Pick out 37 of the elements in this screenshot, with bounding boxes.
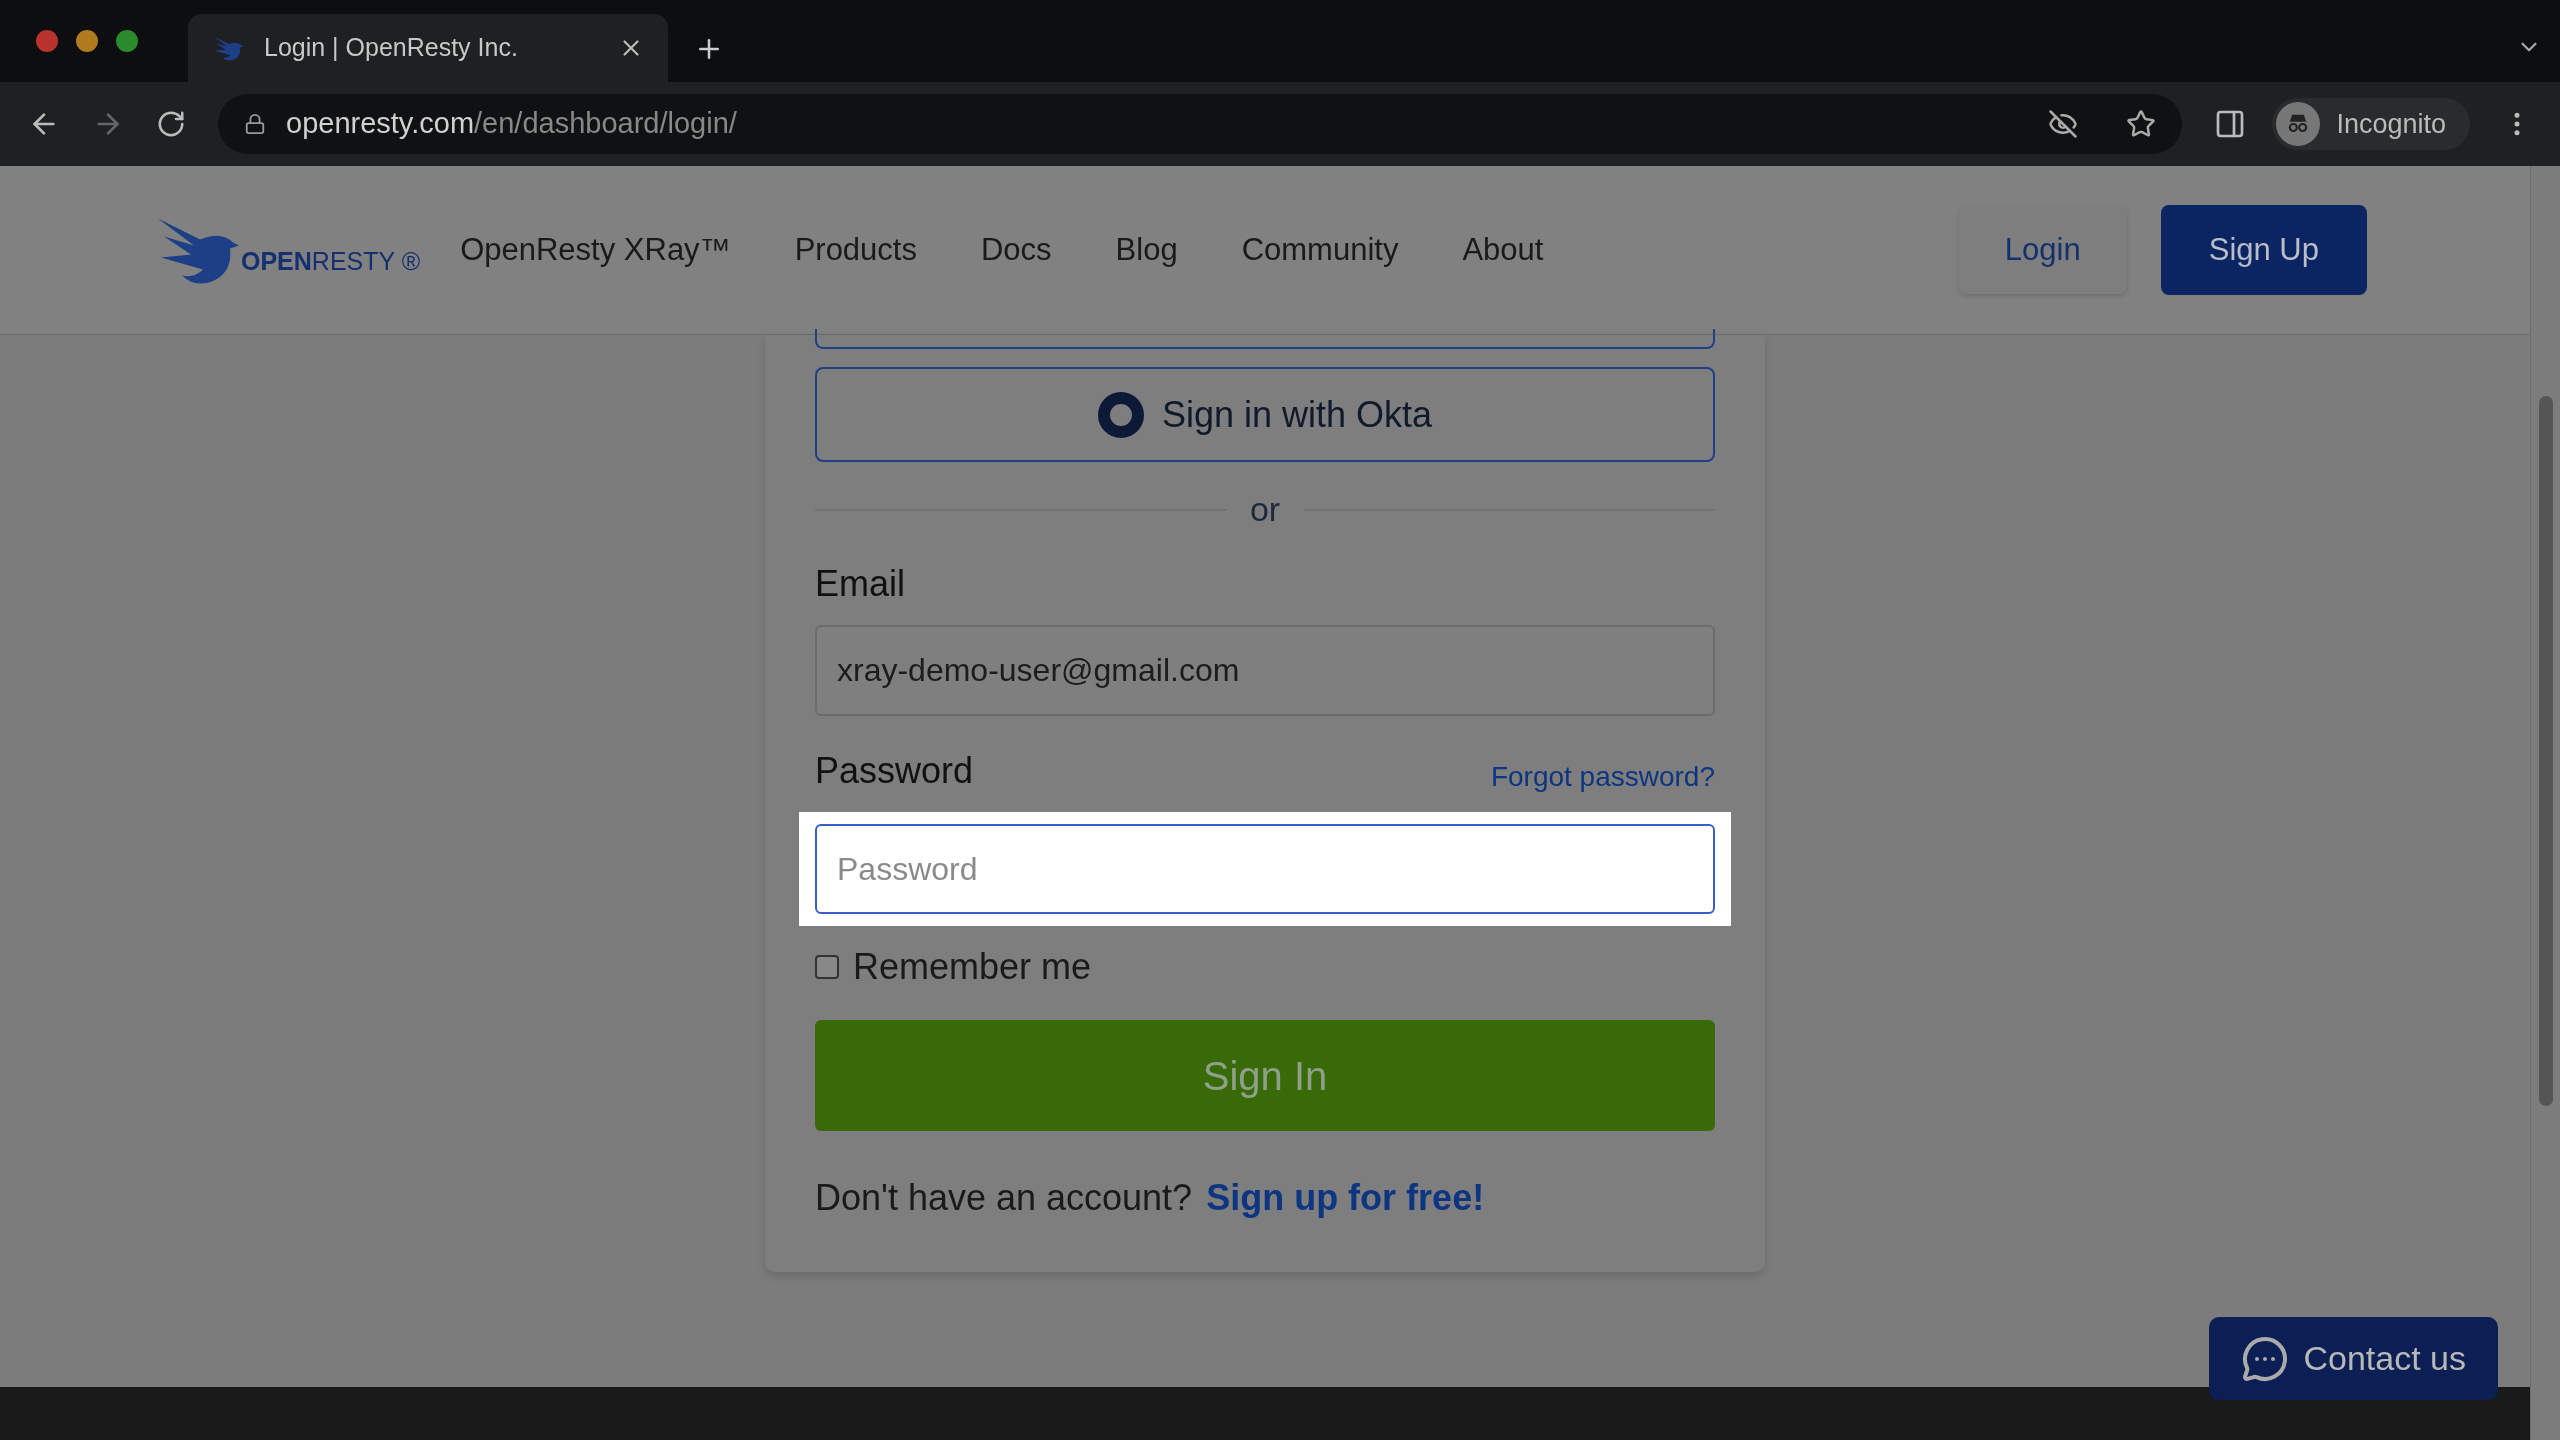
site-logo[interactable]: OPENRESTY ® <box>155 210 421 290</box>
forgot-password-link[interactable]: Forgot password? <box>1490 756 1715 798</box>
sign-up-link[interactable]: Sign up for free! <box>1206 1171 1485 1225</box>
reload-icon[interactable] <box>156 109 186 139</box>
nav-link[interactable]: OpenResty XRay™ <box>460 226 731 274</box>
url-text: openresty.com/en/dashboard/login/ <box>286 106 737 142</box>
address-bar[interactable]: openresty.com/en/dashboard/login/ <box>218 94 2183 154</box>
nav-link[interactable]: Community <box>1241 226 1399 274</box>
profile-chip[interactable]: Incognito <box>2272 98 2470 150</box>
email-field[interactable]: xray-demo-user@gmail.com <box>815 625 1715 716</box>
password-label: Password <box>815 749 974 793</box>
eye-off-icon[interactable] <box>2048 109 2079 139</box>
sign-in-button[interactable]: Sign In <box>815 1020 1715 1131</box>
chat-icon <box>2241 1334 2290 1383</box>
remember-checkbox[interactable] <box>815 955 839 979</box>
sign-up-button[interactable]: Sign Up <box>2160 205 2367 295</box>
logo-wordmark: OPENRESTY ® <box>241 245 421 277</box>
divider-label: or <box>1249 489 1281 530</box>
password-field[interactable]: Password <box>815 824 1715 914</box>
contact-us-button[interactable]: Contact us <box>2209 1317 2498 1400</box>
profile-label: Incognito <box>2336 107 2446 141</box>
nav-link[interactable]: Docs <box>980 226 1052 274</box>
nav-link[interactable]: Products <box>794 226 917 274</box>
star-icon[interactable] <box>2126 109 2157 139</box>
browser-tab[interactable]: Login | OpenResty Inc. <box>188 14 668 82</box>
login-button[interactable]: Login <box>1958 206 2127 294</box>
signup-prompt: Don't have an account? <box>815 1176 1193 1220</box>
nav-link[interactable]: Blog <box>1115 226 1178 274</box>
tab-title: Login | OpenResty Inc. <box>264 32 519 64</box>
remember-label: Remember me <box>853 945 1092 989</box>
favicon-icon <box>212 34 246 62</box>
lock-icon <box>244 113 266 135</box>
nav-link[interactable]: About <box>1462 226 1544 274</box>
email-label: Email <box>815 562 907 606</box>
incognito-icon <box>2276 102 2321 146</box>
okta-sign-in-button[interactable]: Sign in with Okta <box>815 367 1715 462</box>
okta-icon <box>1097 391 1144 438</box>
